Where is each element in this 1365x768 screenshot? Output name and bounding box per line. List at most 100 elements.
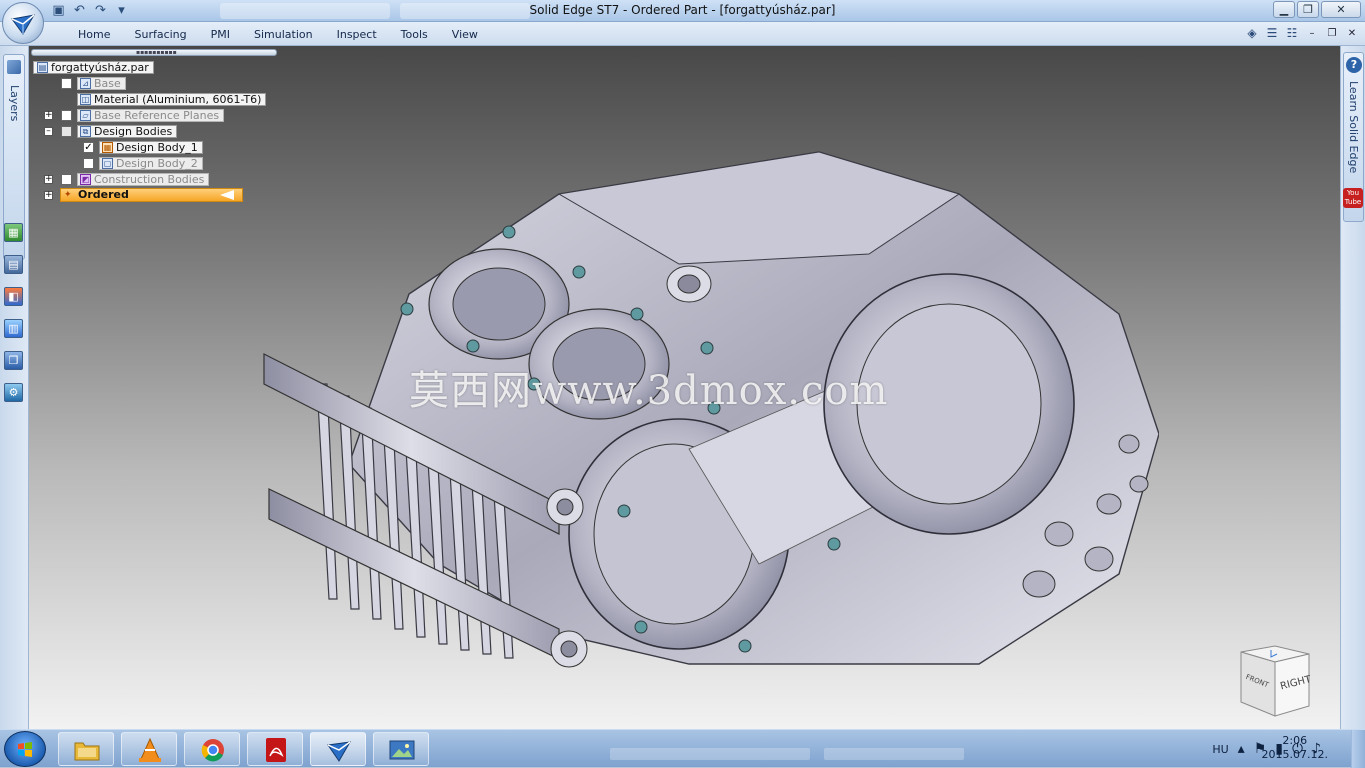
windows-taskbar: HU ▴ ⚑ ▮ ⏻ ♪ 2:06 2015.07.12. [0, 729, 1365, 768]
tree-item-label: Base Reference Planes [94, 108, 220, 122]
photo-viewer-icon [389, 740, 415, 760]
material-icon: ◫ [80, 93, 91, 105]
expand-toggle[interactable]: + [44, 111, 53, 120]
doc-restore-button[interactable]: ❐ [1325, 26, 1339, 41]
system-clock[interactable]: 2:06 2015.07.12. [1262, 734, 1328, 762]
tab-view[interactable]: View [440, 27, 490, 42]
show-hidden-icons-icon[interactable]: ▴ [1238, 741, 1245, 757]
show-desktop-button[interactable] [1351, 730, 1365, 768]
design-body-1-checkbox[interactable]: ✓ [83, 142, 94, 153]
design-bodies-checkbox[interactable] [61, 126, 72, 137]
pathfinder-scrollbar[interactable]: ▪▪▪▪▪▪▪▪▪▪ [31, 49, 277, 56]
view-cube[interactable]: FRONT RIGHT [1235, 644, 1315, 718]
taskbar-vlc[interactable] [121, 732, 177, 766]
command-finder-ghost [824, 748, 964, 760]
taskbar-solid-edge[interactable] [310, 732, 366, 766]
tree-item-label: Design Bodies [94, 124, 173, 138]
end-of-part-marker-icon[interactable] [220, 190, 234, 200]
title-bar: ▣ ↶ ↷ ▾ Solid Edge ST7 - Ordered Part - … [0, 0, 1365, 22]
tree-item-base-reference-planes[interactable]: ▱ Base Reference Planes [77, 108, 225, 122]
reference-plane-icon: ▱ [80, 109, 91, 121]
tree-root-label: forgattyúsház.par [51, 60, 149, 74]
taskbar-photo-viewer[interactable] [373, 732, 429, 766]
ribbon-right-controls: ◈ ☰ ☷ – ❐ ✕ [1245, 26, 1359, 41]
tree-item-label: Design Body_2 [116, 156, 198, 170]
body-icon: ▢ [102, 157, 113, 169]
design-bodies-icon: ⧉ [80, 125, 91, 137]
part-file-icon: ▤ [37, 61, 48, 73]
pathfinder-icon[interactable]: ▦ [4, 223, 23, 242]
close-button[interactable]: ✕ [1321, 1, 1361, 18]
solid-edge-icon [327, 741, 351, 762]
tab-home[interactable]: Home [66, 27, 122, 42]
tree-item-material[interactable]: ◫ Material (Aluminium, 6061-T6) [77, 92, 267, 106]
application-button[interactable] [2, 2, 44, 44]
construction-icon: ◩ [80, 173, 91, 185]
collapse-toggle[interactable]: – [44, 127, 53, 136]
window-controls: ▁ ❐ ✕ [1273, 1, 1361, 18]
align-list-icon[interactable]: ☰ [1265, 26, 1279, 41]
graphics-viewport[interactable]: ▪▪▪▪▪▪▪▪▪▪ 莫西网www.3dmox.com FRONT RIGHT [29, 46, 1340, 729]
youtube-icon[interactable]: You Tube [1343, 188, 1363, 208]
feature-library-icon[interactable]: ▤ [4, 255, 23, 274]
windows-logo-icon [18, 742, 32, 757]
vlc-icon [139, 737, 161, 762]
tab-simulation[interactable]: Simulation [242, 27, 325, 42]
window-title: Solid Edge ST7 - Ordered Part - [forgatt… [529, 3, 836, 17]
tree-item-design-body-2[interactable]: ▢ Design Body_2 [99, 156, 203, 170]
tree-item-label: Ordered [78, 188, 129, 201]
tree-item-label: Base [94, 76, 121, 90]
minimize-button[interactable]: ▁ [1273, 1, 1295, 18]
taskbar-explorer[interactable] [58, 732, 114, 766]
body-icon: ▦ [102, 141, 113, 153]
layers-icon [7, 60, 21, 74]
tab-surfacing[interactable]: Surfacing [122, 27, 198, 42]
ordered-icon: ✦ [64, 190, 72, 200]
tree-item-ordered[interactable]: ✦ Ordered [60, 188, 243, 202]
tree-item-base[interactable]: ⊿ Base [77, 76, 126, 90]
reference-planes-checkbox[interactable] [61, 110, 72, 121]
settings-gear-icon[interactable]: ⚙ [4, 383, 23, 402]
tree-item-label: Construction Bodies [94, 172, 205, 186]
tab-inspect[interactable]: Inspect [325, 27, 389, 42]
tree-item-design-bodies[interactable]: ⧉ Design Bodies [77, 124, 178, 138]
chrome-icon [201, 739, 224, 762]
doc-close-button[interactable]: ✕ [1345, 26, 1359, 41]
help-icon: ? [1346, 57, 1362, 73]
taskbar-chrome[interactable] [184, 732, 240, 766]
doc-minimize-button[interactable]: – [1305, 26, 1319, 41]
solid-edge-logo-icon [11, 14, 35, 35]
construction-bodies-checkbox[interactable] [61, 174, 72, 185]
language-indicator[interactable]: HU [1212, 743, 1228, 756]
layers-stack-icon[interactable]: ❐ [4, 351, 23, 370]
right-panel-rail: ? Learn Solid Edge You Tube [1340, 46, 1365, 729]
start-button[interactable] [4, 731, 46, 767]
taskbar-acrobat[interactable] [247, 732, 303, 766]
tree-root[interactable]: ▤ forgattyúsház.par [33, 60, 154, 74]
tab-pmi[interactable]: PMI [199, 27, 242, 42]
family-of-parts-icon[interactable]: ◧ [4, 287, 23, 306]
ribbon: Home Surfacing PMI Simulation Inspect To… [0, 22, 1365, 46]
tree-item-label: Design Body_1 [116, 140, 198, 154]
base-checkbox[interactable] [61, 78, 72, 89]
sensors-icon[interactable]: ▥ [4, 319, 23, 338]
design-body-2-checkbox[interactable] [83, 158, 94, 169]
clock-time: 2:06 [1282, 734, 1308, 747]
acrobat-icon [266, 738, 286, 762]
help-search-icon[interactable]: ◈ [1245, 26, 1259, 41]
learn-tab-label: Learn Solid Edge [1347, 81, 1360, 174]
expand-toggle[interactable]: + [44, 175, 53, 184]
tree-item-label: Material (Aluminium, 6061-T6) [94, 92, 262, 106]
tree-item-design-body-1[interactable]: ▦ Design Body_1 [99, 140, 203, 154]
left-panel-rail: Layers ▦ ▤ ◧ ▥ ❐ ⚙ [0, 46, 29, 729]
tree-item-construction-bodies[interactable]: ◩ Construction Bodies [77, 172, 210, 186]
base-feature-icon: ⊿ [80, 77, 91, 89]
scrollbar-grip-icon: ▪▪▪▪▪▪▪▪▪▪ [136, 49, 177, 56]
watermark-text: 莫西网www.3dmox.com [409, 368, 889, 414]
maximize-button[interactable]: ❐ [1297, 1, 1319, 18]
ribbon-tabs: Home Surfacing PMI Simulation Inspect To… [66, 27, 490, 42]
command-finder-icon[interactable]: ☷ [1285, 26, 1299, 41]
tab-tools[interactable]: Tools [389, 27, 440, 42]
status-text-ghost [610, 748, 810, 760]
expand-toggle[interactable]: + [44, 191, 53, 200]
